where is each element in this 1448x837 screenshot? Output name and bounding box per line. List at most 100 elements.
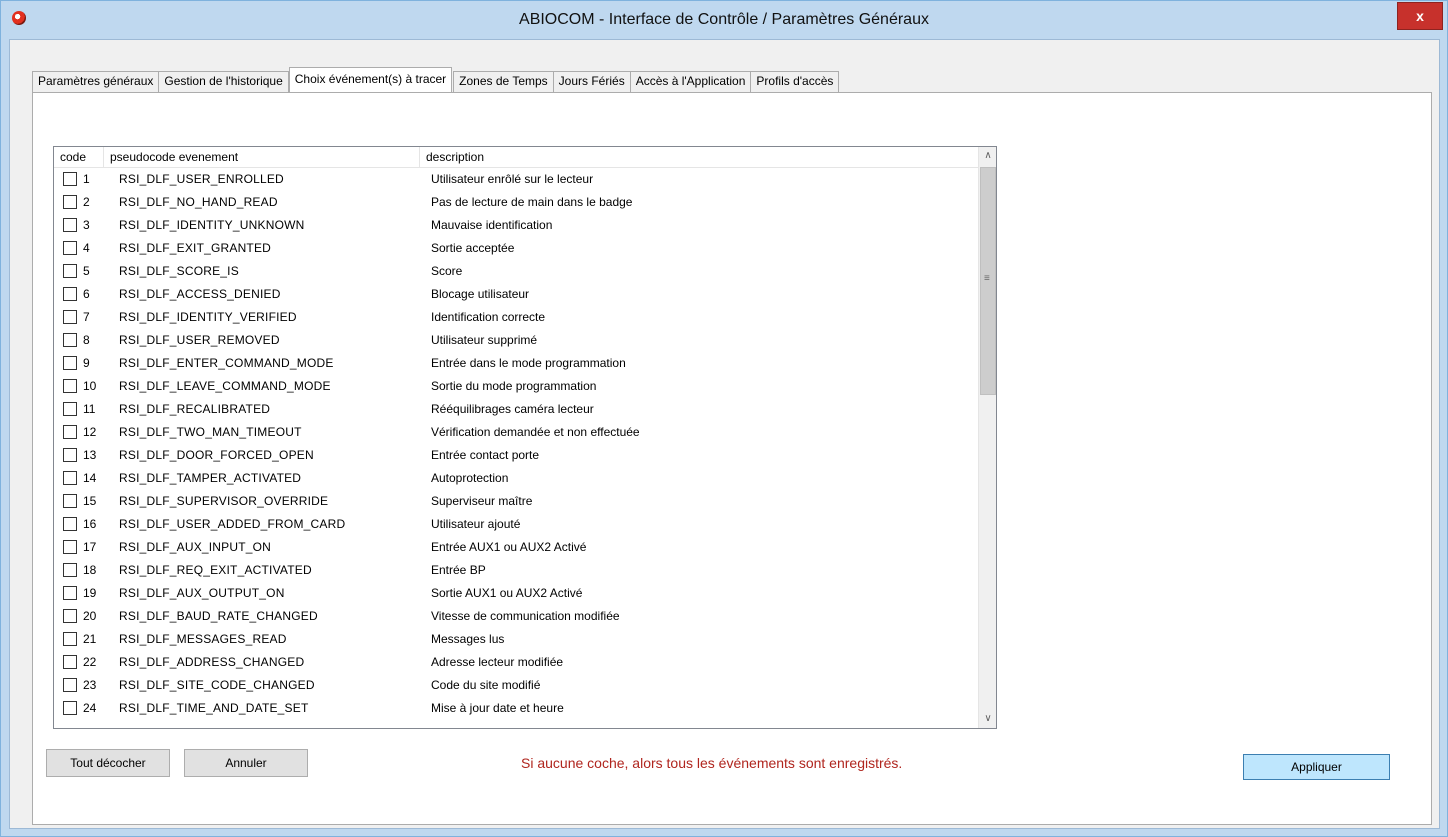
list-item[interactable]: 4 RSI_DLF_EXIT_GRANTED Sortie acceptée bbox=[54, 237, 978, 260]
event-pseudocode: RSI_DLF_ENTER_COMMAND_MODE bbox=[119, 356, 334, 370]
event-checkbox[interactable] bbox=[63, 632, 77, 646]
event-description: Autoprotection bbox=[431, 471, 509, 485]
tab-choix-evenements[interactable]: Choix événement(s) à tracer bbox=[288, 67, 453, 92]
event-checkbox[interactable] bbox=[63, 379, 77, 393]
event-pseudocode: RSI_DLF_MESSAGES_READ bbox=[119, 632, 287, 646]
list-item[interactable]: 8 RSI_DLF_USER_REMOVED Utilisateur supprim… bbox=[54, 329, 978, 352]
list-item[interactable]: 22 RSI_DLF_ADDRESS_CHANGED Adresse lecteur… bbox=[54, 651, 978, 674]
event-checkbox[interactable] bbox=[63, 494, 77, 508]
event-checkbox[interactable] bbox=[63, 333, 77, 347]
event-checkbox[interactable] bbox=[63, 609, 77, 623]
list-item[interactable]: 1 RSI_DLF_USER_ENROLLED Utilisateur enrôlé… bbox=[54, 168, 978, 191]
event-checkbox[interactable] bbox=[63, 218, 77, 232]
column-header-pseudocode[interactable]: pseudocode evenement bbox=[104, 147, 420, 167]
list-item[interactable]: 9 RSI_DLF_ENTER_COMMAND_MODE Entrée dans l… bbox=[54, 352, 978, 375]
list-item[interactable]: 18 RSI_DLF_REQ_EXIT_ACTIVATED Entrée BP bbox=[54, 559, 978, 582]
event-code: 23 bbox=[83, 678, 97, 692]
scrollbar-thumb[interactable]: ≡ bbox=[980, 167, 996, 395]
event-description: Vitesse de communication modifiée bbox=[431, 609, 620, 623]
event-checkbox[interactable] bbox=[63, 264, 77, 278]
chevron-down-icon[interactable]: ∨ bbox=[979, 710, 996, 728]
list-item[interactable]: 12 RSI_DLF_TWO_MAN_TIMEOUT Vérification de… bbox=[54, 421, 978, 444]
event-checkbox[interactable] bbox=[63, 402, 77, 416]
cancel-button[interactable]: Annuler bbox=[184, 749, 308, 777]
tab-jours-feries[interactable]: Jours Fériés bbox=[552, 71, 631, 92]
list-item[interactable]: 6 RSI_DLF_ACCESS_DENIED Blocage utilisateu… bbox=[54, 283, 978, 306]
chevron-up-icon[interactable]: ∧ bbox=[979, 147, 996, 165]
event-pseudocode: RSI_DLF_TAMPER_ACTIVATED bbox=[119, 471, 302, 485]
event-checkbox[interactable] bbox=[63, 425, 77, 439]
event-checkbox[interactable] bbox=[63, 517, 77, 531]
event-description: Blocage utilisateur bbox=[431, 287, 530, 301]
event-checkbox[interactable] bbox=[63, 172, 77, 186]
event-code: 15 bbox=[83, 494, 97, 508]
app-window: ABIOCOM - Interface de Contrôle / Paramè… bbox=[0, 0, 1448, 837]
apply-button[interactable]: Appliquer bbox=[1243, 754, 1390, 780]
list-item[interactable]: 11 RSI_DLF_RECALIBRATED Rééquilibrages cam… bbox=[54, 398, 978, 421]
event-code: 19 bbox=[83, 586, 97, 600]
event-description: Utilisateur ajouté bbox=[431, 517, 521, 531]
event-pseudocode: RSI_DLF_RECALIBRATED bbox=[119, 402, 271, 416]
list-item[interactable]: 5 RSI_DLF_SCORE_IS Score bbox=[54, 260, 978, 283]
events-list[interactable]: code pseudocode evenement description 1 R… bbox=[53, 146, 997, 729]
event-checkbox[interactable] bbox=[63, 655, 77, 669]
event-pseudocode: RSI_DLF_LEAVE_COMMAND_MODE bbox=[119, 379, 331, 393]
grip-icon: ≡ bbox=[984, 273, 990, 284]
event-checkbox[interactable] bbox=[63, 586, 77, 600]
event-pseudocode: RSI_DLF_USER_REMOVED bbox=[119, 333, 280, 347]
event-pseudocode: RSI_DLF_USER_ADDED_FROM_CARD bbox=[119, 517, 346, 531]
event-pseudocode: RSI_DLF_EXIT_GRANTED bbox=[119, 241, 272, 255]
event-checkbox[interactable] bbox=[63, 310, 77, 324]
event-description: Utilisateur supprimé bbox=[431, 333, 538, 347]
close-button[interactable]: x bbox=[1397, 2, 1443, 30]
uncheck-all-button[interactable]: Tout décocher bbox=[46, 749, 170, 777]
event-checkbox[interactable] bbox=[63, 241, 77, 255]
list-item[interactable]: 17 RSI_DLF_AUX_INPUT_ON Entrée AUX1 ou AUX… bbox=[54, 536, 978, 559]
list-item[interactable]: 24 RSI_DLF_TIME_AND_DATE_SET Mise à jour d… bbox=[54, 697, 978, 720]
tab-page-choix-evenements: code pseudocode evenement description 1 R… bbox=[32, 92, 1432, 825]
event-checkbox[interactable] bbox=[63, 195, 77, 209]
event-code: 21 bbox=[83, 632, 97, 646]
event-code: 11 bbox=[83, 402, 96, 416]
list-item[interactable]: 19 RSI_DLF_AUX_OUTPUT_ON Sortie AUX1 ou AU… bbox=[54, 582, 978, 605]
event-checkbox[interactable] bbox=[63, 356, 77, 370]
event-description: Mise à jour date et heure bbox=[431, 701, 564, 715]
event-code: 22 bbox=[83, 655, 97, 669]
event-checkbox[interactable] bbox=[63, 563, 77, 577]
list-item[interactable]: 23 RSI_DLF_SITE_CODE_CHANGED Code du site … bbox=[54, 674, 978, 697]
event-checkbox[interactable] bbox=[63, 471, 77, 485]
list-item[interactable]: 10 RSI_DLF_LEAVE_COMMAND_MODE Sortie du mo… bbox=[54, 375, 978, 398]
column-header-code[interactable]: code bbox=[54, 147, 104, 167]
event-description: Vérification demandée et non effectuée bbox=[431, 425, 640, 439]
event-checkbox[interactable] bbox=[63, 287, 77, 301]
list-item[interactable]: 16 RSI_DLF_USER_ADDED_FROM_CARD Utilisateu… bbox=[54, 513, 978, 536]
list-item[interactable]: 20 RSI_DLF_BAUD_RATE_CHANGED Vitesse de co… bbox=[54, 605, 978, 628]
event-checkbox[interactable] bbox=[63, 540, 77, 554]
list-item[interactable]: 21 RSI_DLF_MESSAGES_READ Messages lus bbox=[54, 628, 978, 651]
vertical-scrollbar[interactable]: ∧ ≡ ∨ bbox=[978, 147, 996, 728]
list-item[interactable]: 15 RSI_DLF_SUPERVISOR_OVERRIDE Superviseur… bbox=[54, 490, 978, 513]
event-code: 20 bbox=[83, 609, 97, 623]
tab-zones-de-temps[interactable]: Zones de Temps bbox=[453, 71, 554, 92]
tab-profils-acces[interactable]: Profils d'accès bbox=[750, 71, 840, 92]
event-pseudocode: RSI_DLF_IDENTITY_VERIFIED bbox=[119, 310, 297, 324]
list-item[interactable]: 2 RSI_DLF_NO_HAND_READ Pas de lecture de m… bbox=[54, 191, 978, 214]
event-code: 12 bbox=[83, 425, 97, 439]
tab-gestion-historique[interactable]: Gestion de l'historique bbox=[158, 71, 289, 92]
event-checkbox[interactable] bbox=[63, 701, 77, 715]
event-pseudocode: RSI_DLF_USER_ENROLLED bbox=[119, 172, 284, 186]
list-item[interactable]: 13 RSI_DLF_DOOR_FORCED_OPEN Entrée contact… bbox=[54, 444, 978, 467]
list-item[interactable]: 3 RSI_DLF_IDENTITY_UNKNOWN Mauvaise identi… bbox=[54, 214, 978, 237]
column-header-description[interactable]: description bbox=[420, 147, 962, 167]
event-pseudocode: RSI_DLF_NO_HAND_READ bbox=[119, 195, 278, 209]
list-item[interactable]: 14 RSI_DLF_TAMPER_ACTIVATED Autoprotection bbox=[54, 467, 978, 490]
tab-parametres-generaux[interactable]: Paramètres généraux bbox=[32, 71, 160, 92]
event-checkbox[interactable] bbox=[63, 448, 77, 462]
event-pseudocode: RSI_DLF_SCORE_IS bbox=[119, 264, 239, 278]
tab-acces-application[interactable]: Accès à l'Application bbox=[629, 71, 752, 92]
event-description: Utilisateur enrôlé sur le lecteur bbox=[431, 172, 594, 186]
title-bar[interactable]: ABIOCOM - Interface de Contrôle / Paramè… bbox=[1, 1, 1447, 39]
event-checkbox[interactable] bbox=[63, 678, 77, 692]
event-pseudocode: RSI_DLF_BAUD_RATE_CHANGED bbox=[119, 609, 318, 623]
list-item[interactable]: 7 RSI_DLF_IDENTITY_VERIFIED Identification… bbox=[54, 306, 978, 329]
